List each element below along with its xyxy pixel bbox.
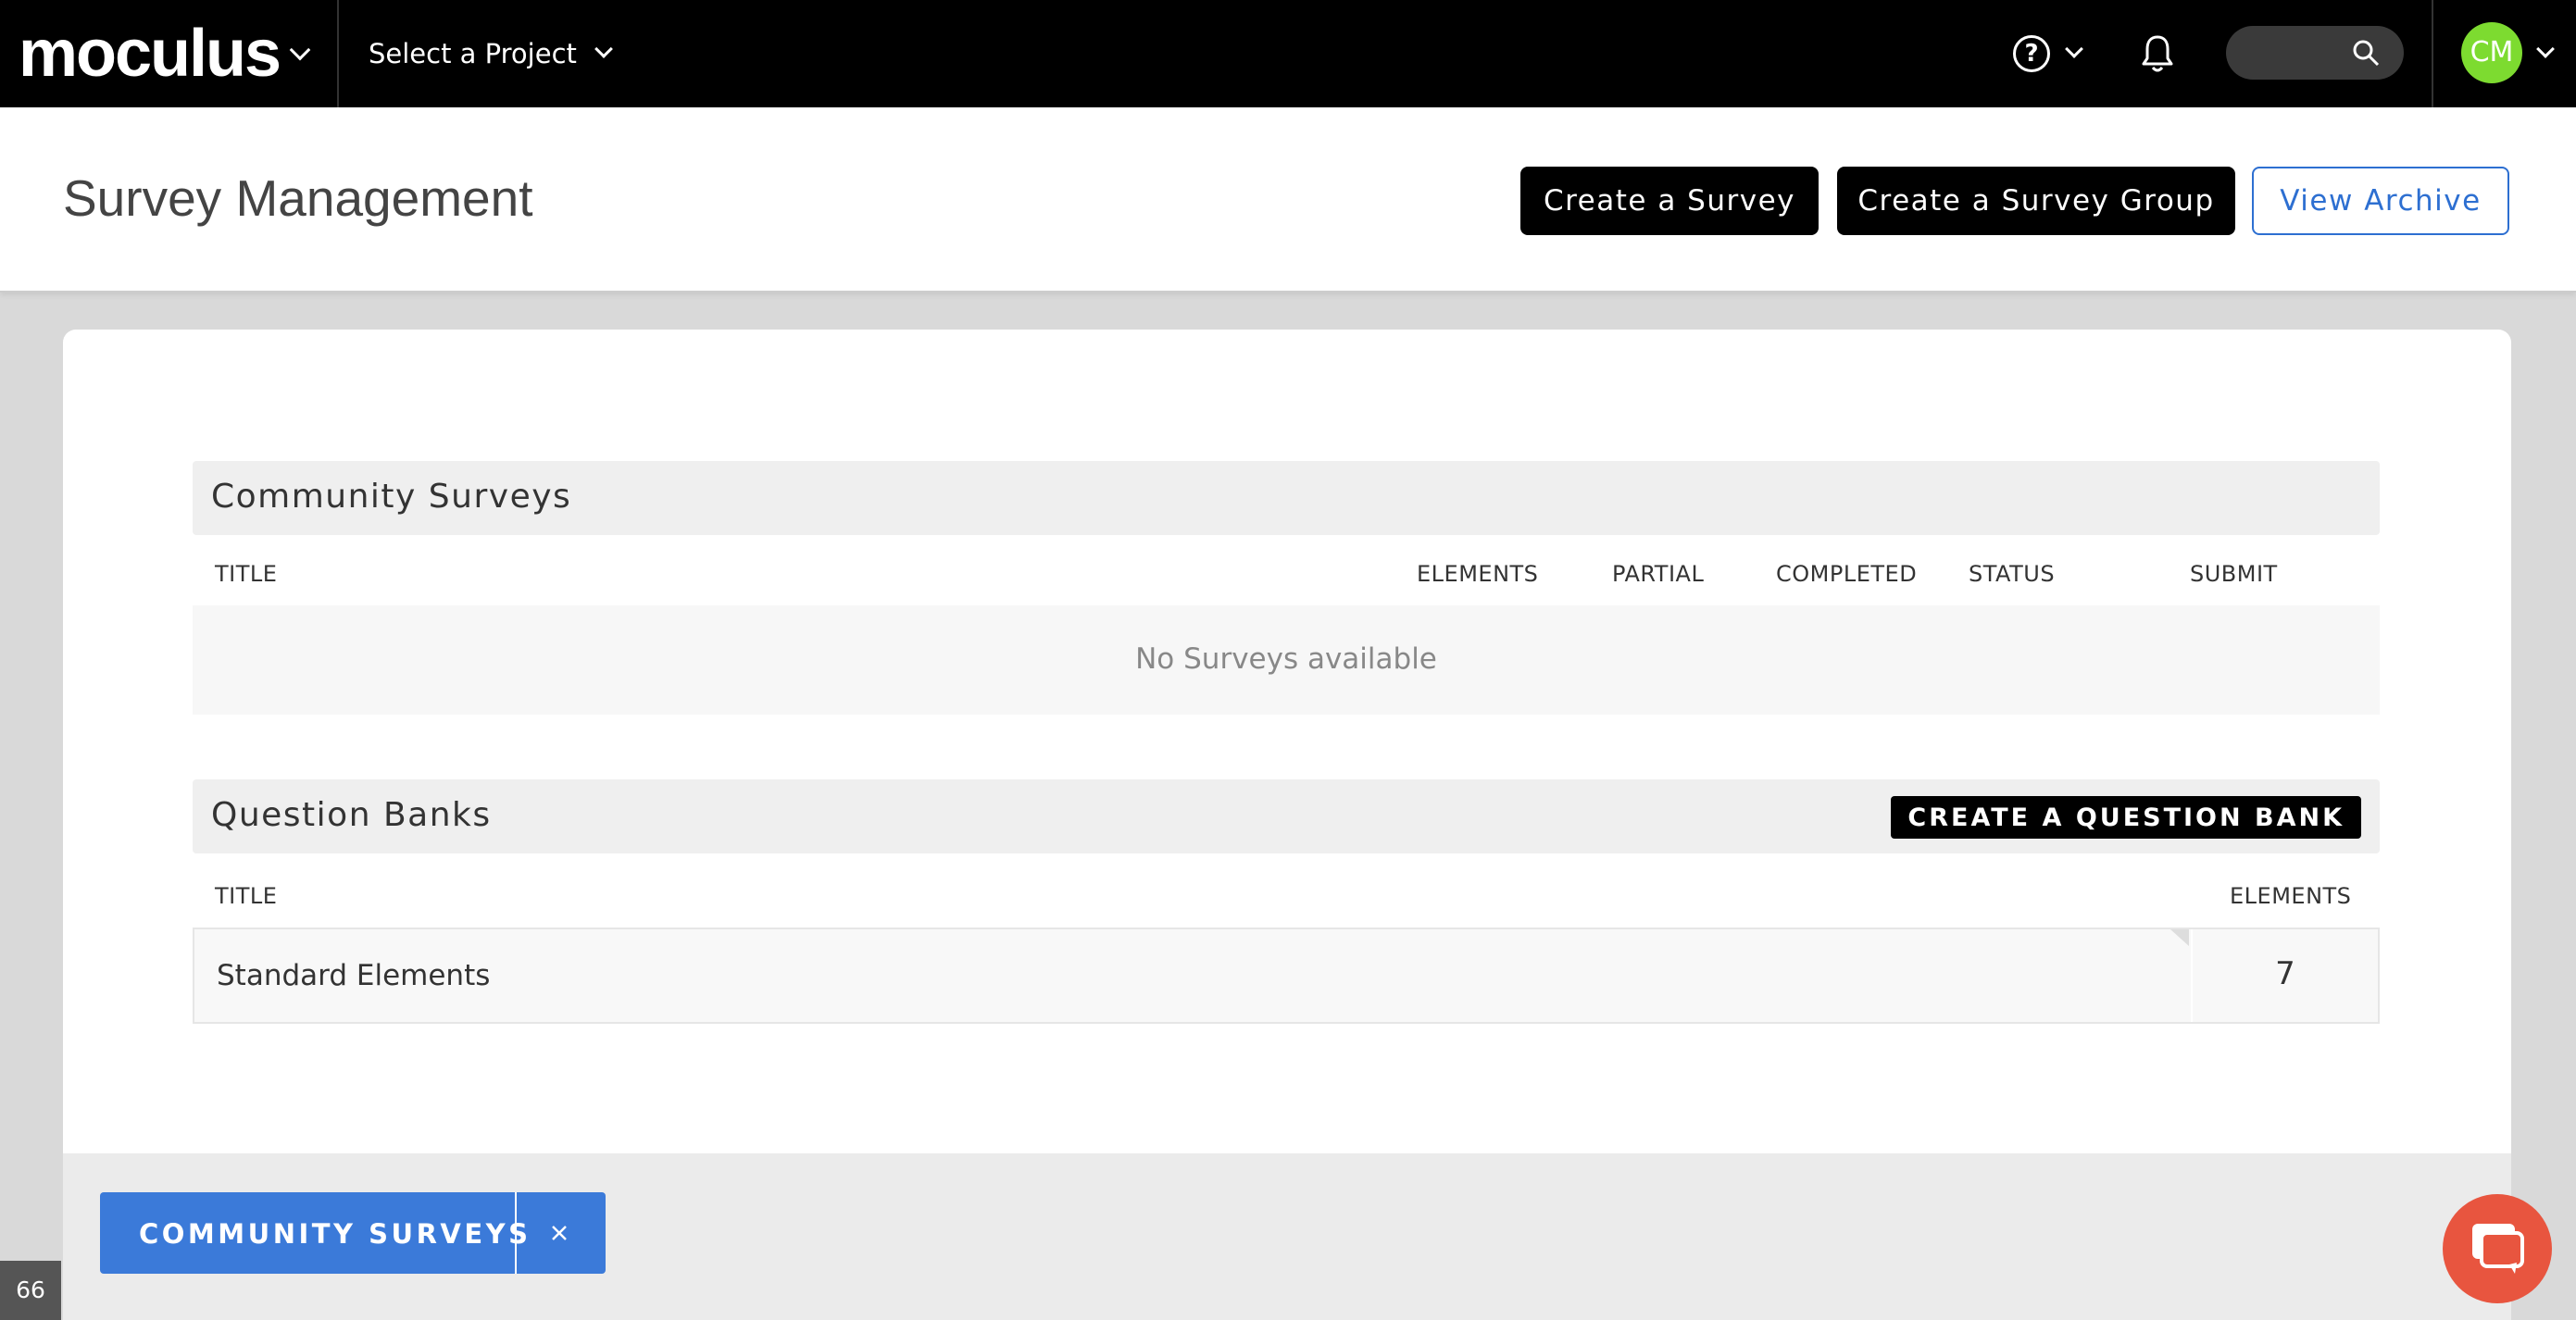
column-header-title[interactable]: TITLE [215,883,277,909]
column-header-elements[interactable]: ELEMENTS [1417,561,1538,587]
question-banks-header: Question Banks CREATE A QUESTION BANK [193,779,2380,853]
chevron-down-icon [594,40,613,58]
create-survey-button[interactable]: Create a Survey [1520,167,1819,235]
column-header-completed[interactable]: COMPLETED [1776,561,1917,587]
tab-divider [515,1192,517,1274]
section-title: Question Banks [211,796,492,834]
logo: moculus [19,17,281,91]
tab-label: COMMUNITY SURVEYS [139,1218,531,1250]
column-header-elements[interactable]: ELEMENTS [2230,883,2351,909]
corner-marker [2170,929,2189,946]
column-header-partial[interactable]: PARTIAL [1612,561,1704,587]
empty-state-text: No Surveys available [1135,642,1437,676]
question-bank-elements: 7 [2275,955,2295,992]
column-header-submit[interactable]: SUBMIT [2190,561,2278,587]
column-header-status[interactable]: STATUS [1969,561,2055,587]
project-select[interactable]: Select a Project [369,0,613,107]
main-card: Community Surveys TITLE ELEMENTS PARTIAL… [63,330,2511,1153]
project-select-label: Select a Project [369,38,577,69]
chevron-down-icon[interactable] [2065,40,2083,58]
logo-menu[interactable]: moculus [0,0,339,107]
table-row[interactable]: Standard Elements 7 [193,928,2380,1024]
top-nav: moculus Select a Project ? CM [0,0,2576,107]
search-input[interactable] [2226,26,2404,80]
close-icon[interactable] [543,1216,576,1250]
create-survey-group-button[interactable]: Create a Survey Group [1837,167,2235,235]
nav-divider [2432,0,2433,107]
chevron-down-icon[interactable] [2536,40,2555,58]
chevron-down-icon [289,39,311,61]
page-number: 66 [0,1261,61,1320]
section-title: Community Surveys [211,478,572,516]
question-bank-title[interactable]: Standard Elements [217,959,490,992]
page-title: Survey Management [63,169,533,227]
help-icon[interactable]: ? [2013,35,2050,72]
page-header: Survey Management Create a Survey Create… [0,107,2576,293]
community-surveys-header: Community Surveys [193,461,2380,535]
create-question-bank-button[interactable]: CREATE A QUESTION BANK [1891,796,2361,839]
chat-icon [2472,1224,2524,1274]
community-surveys-tab[interactable]: COMMUNITY SURVEYS [100,1192,606,1274]
bell-icon[interactable] [2141,33,2174,74]
chat-button[interactable] [2443,1194,2552,1303]
avatar[interactable]: CM [2461,22,2522,83]
view-archive-button[interactable]: View Archive [2252,167,2509,235]
empty-state-row: No Surveys available [193,605,2380,715]
search-icon [2353,40,2380,67]
column-header-title[interactable]: TITLE [215,561,277,587]
